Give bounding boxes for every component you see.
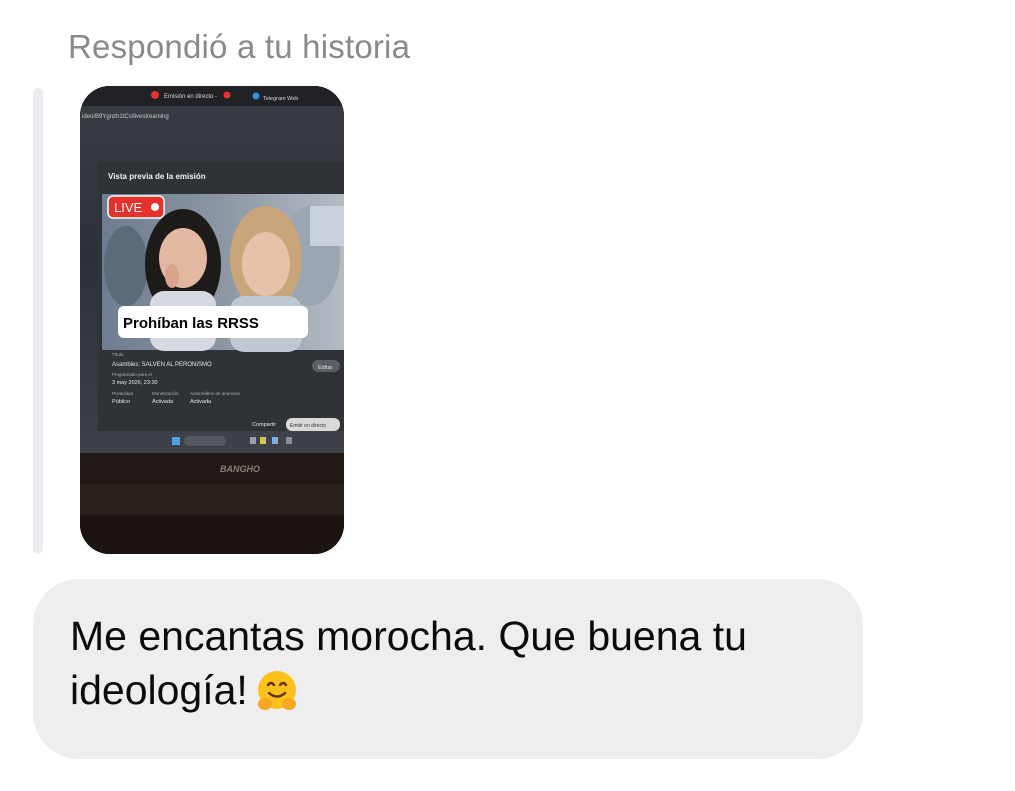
svg-text:Autorrelleno de anuncios: Autorrelleno de anuncios — [190, 391, 241, 396]
reply-quote-bar — [33, 88, 43, 554]
reply-context-label: Respondió a tu historia — [68, 28, 411, 65]
stream-monetization: Activada — [152, 399, 174, 405]
preview-title: Vista previa de la emisión — [108, 172, 206, 181]
browser-tab-1: Emisión en directo - — [164, 94, 217, 100]
stream-schedule: 3 may 2026, 23:30 — [112, 380, 158, 386]
svg-text:Privacidad: Privacidad — [112, 391, 134, 396]
message-bubble[interactable]: Me encantas morocha. Que buena tu ideolo… — [33, 579, 863, 759]
laptop-brand: BANGHO — [220, 464, 260, 474]
story-thumbnail[interactable]: Emisión en directo - Telegram Web ideo/B… — [80, 86, 344, 554]
hugging-face-icon — [254, 668, 300, 727]
browser-url: ideo/B9Ygnzh1tCs/livestreaming — [82, 114, 169, 120]
svg-text:Programado para el: Programado para el — [112, 372, 152, 377]
edit-button: Editar — [318, 365, 333, 371]
stream-title: Asambles: SALVEN AL PERONISMO — [112, 362, 212, 368]
story-photo: Emisión en directo - Telegram Web ideo/B… — [80, 86, 344, 554]
stream-ads: Activada — [190, 399, 212, 405]
stream-privacy: Público — [112, 399, 130, 405]
message-text: Me encantas morocha. Que buena tu ideolo… — [70, 609, 830, 727]
go-live-button: Emitir en directo — [290, 423, 326, 429]
browser-tab-2: Telegram Web — [263, 96, 298, 102]
live-badge: LIVE — [114, 200, 143, 215]
share-button: Compartir — [252, 422, 276, 428]
svg-text:Monetización: Monetización — [152, 391, 179, 396]
svg-text:Título: Título — [112, 352, 124, 357]
story-caption: Prohíban las RRSS — [123, 315, 259, 332]
